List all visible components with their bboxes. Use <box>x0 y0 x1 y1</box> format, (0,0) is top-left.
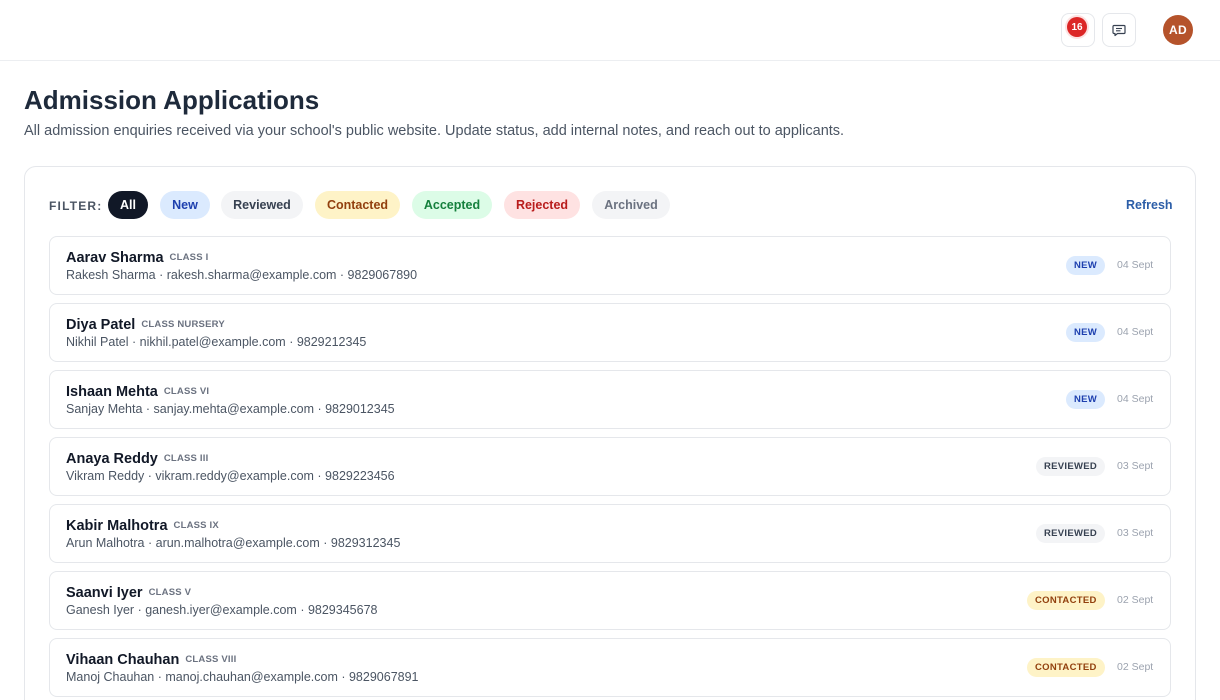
applicant-contact: Nikhil Patel · nikhil.patel@example.com … <box>66 335 367 349</box>
application-row[interactable]: Diya Patel CLASS NURSERY Nikhil Patel · n… <box>49 303 1171 362</box>
top-bar: 16 AD <box>0 0 1220 61</box>
filter-chip-all[interactable]: All <box>108 191 148 219</box>
status-badge: REVIEWED <box>1036 457 1106 476</box>
filter-chip-contacted[interactable]: Contacted <box>315 191 400 219</box>
applicant-name: Ishaan Mehta <box>66 384 158 400</box>
application-row[interactable]: Ishaan Mehta CLASS VI Sanjay Mehta · sanj… <box>49 370 1171 429</box>
notification-count-badge: 16 <box>1067 17 1087 37</box>
status-badge: CONTACTED <box>1027 658 1105 677</box>
status-badge: NEW <box>1066 256 1106 275</box>
filter-chip-reviewed[interactable]: Reviewed <box>221 191 303 219</box>
received-date: 03 Sept <box>1117 460 1154 472</box>
applicant-class: CLASS I <box>169 252 209 263</box>
applicant-name: Aarav Sharma <box>66 250 164 266</box>
applicant-class: CLASS VI <box>163 386 210 397</box>
applicant-contact: Manoj Chauhan · manoj.chauhan@example.co… <box>66 670 419 684</box>
received-date: 02 Sept <box>1117 661 1154 673</box>
applicant-name: Diya Patel <box>66 317 136 333</box>
applicant-contact: Rakesh Sharma · rakesh.sharma@example.co… <box>66 268 418 282</box>
applicant-class: CLASS V <box>148 587 192 598</box>
applicant-class: CLASS NURSERY <box>141 319 225 330</box>
page-subtitle: All admission enquiries received via you… <box>24 123 845 139</box>
status-badge: NEW <box>1066 323 1106 342</box>
applicant-class: CLASS III <box>163 453 209 464</box>
applicant-name: Vihaan Chauhan <box>66 652 180 668</box>
applicant-name: Saanvi Iyer <box>66 585 143 601</box>
received-date: 04 Sept <box>1117 326 1154 338</box>
applicant-contact: Ganesh Iyer · ganesh.iyer@example.com · … <box>66 603 378 617</box>
status-badge: REVIEWED <box>1036 524 1106 543</box>
application-row[interactable]: Saanvi Iyer CLASS V Ganesh Iyer · ganesh.… <box>49 571 1171 630</box>
applicant-contact: Vikram Reddy · vikram.reddy@example.com … <box>66 469 395 483</box>
filter-chip-accepted[interactable]: Accepted <box>412 191 492 219</box>
messages-button[interactable] <box>1102 13 1136 47</box>
applicant-class: CLASS IX <box>173 520 219 531</box>
received-date: 02 Sept <box>1117 594 1154 606</box>
application-row[interactable]: Kabir Malhotra CLASS IX Arun Malhotra · a… <box>49 504 1171 563</box>
received-date: 04 Sept <box>1117 259 1154 271</box>
filter-chip-archived[interactable]: Archived <box>592 191 670 219</box>
received-date: 04 Sept <box>1117 393 1154 405</box>
filter-label: FILTER: <box>49 199 103 213</box>
applicant-contact: Sanjay Mehta · sanjay.mehta@example.com … <box>66 402 395 416</box>
message-icon <box>1112 24 1126 37</box>
applicant-name: Kabir Malhotra <box>66 518 168 534</box>
applicant-class: CLASS VIII <box>185 654 237 665</box>
user-avatar[interactable]: AD <box>1163 15 1193 45</box>
applicant-contact: Arun Malhotra · arun.malhotra@example.co… <box>66 536 401 550</box>
page-title: Admission Applications <box>24 85 320 115</box>
applicant-name: Anaya Reddy <box>66 451 158 467</box>
received-date: 03 Sept <box>1117 527 1154 539</box>
filter-chip-new[interactable]: New <box>160 191 210 219</box>
application-row[interactable]: Aarav Sharma CLASS I Rakesh Sharma · rake… <box>49 236 1171 295</box>
status-badge: CONTACTED <box>1027 591 1105 610</box>
application-row[interactable]: Vihaan Chauhan CLASS VIII Manoj Chauhan ·… <box>49 638 1171 697</box>
application-row[interactable]: Anaya Reddy CLASS III Vikram Reddy · vikr… <box>49 437 1171 496</box>
refresh-button[interactable]: Refresh <box>1126 198 1173 212</box>
status-badge: NEW <box>1066 390 1106 409</box>
notifications-button[interactable]: 16 <box>1061 13 1095 47</box>
filter-chip-rejected[interactable]: Rejected <box>504 191 580 219</box>
